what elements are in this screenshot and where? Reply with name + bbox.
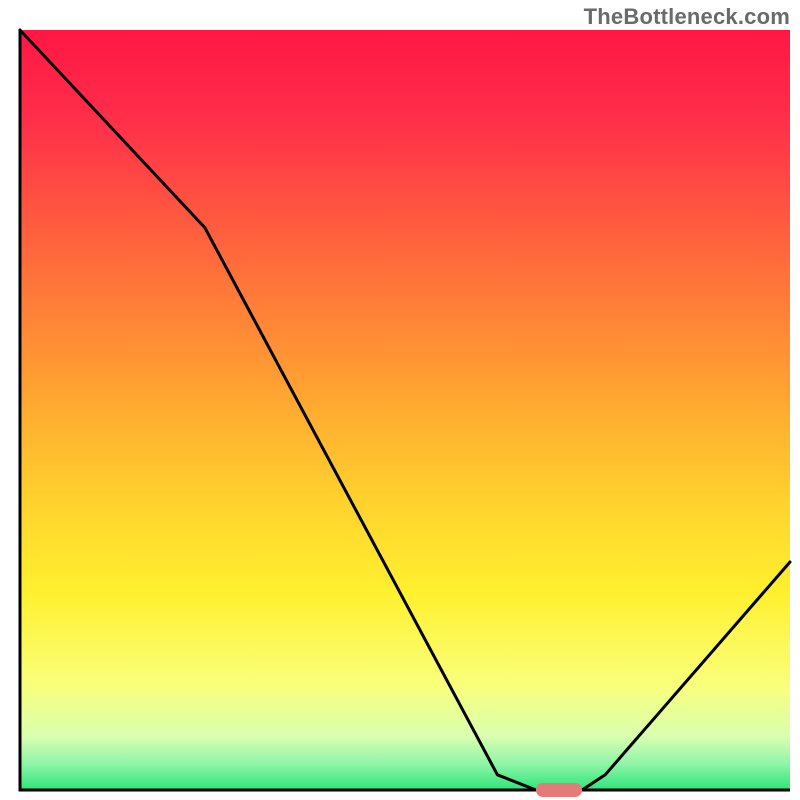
chart-container: TheBottleneck.com (0, 0, 800, 800)
optimal-range-marker (536, 783, 582, 797)
gradient-background (20, 30, 790, 790)
bottleneck-chart (0, 0, 800, 800)
plot-area (20, 30, 790, 797)
